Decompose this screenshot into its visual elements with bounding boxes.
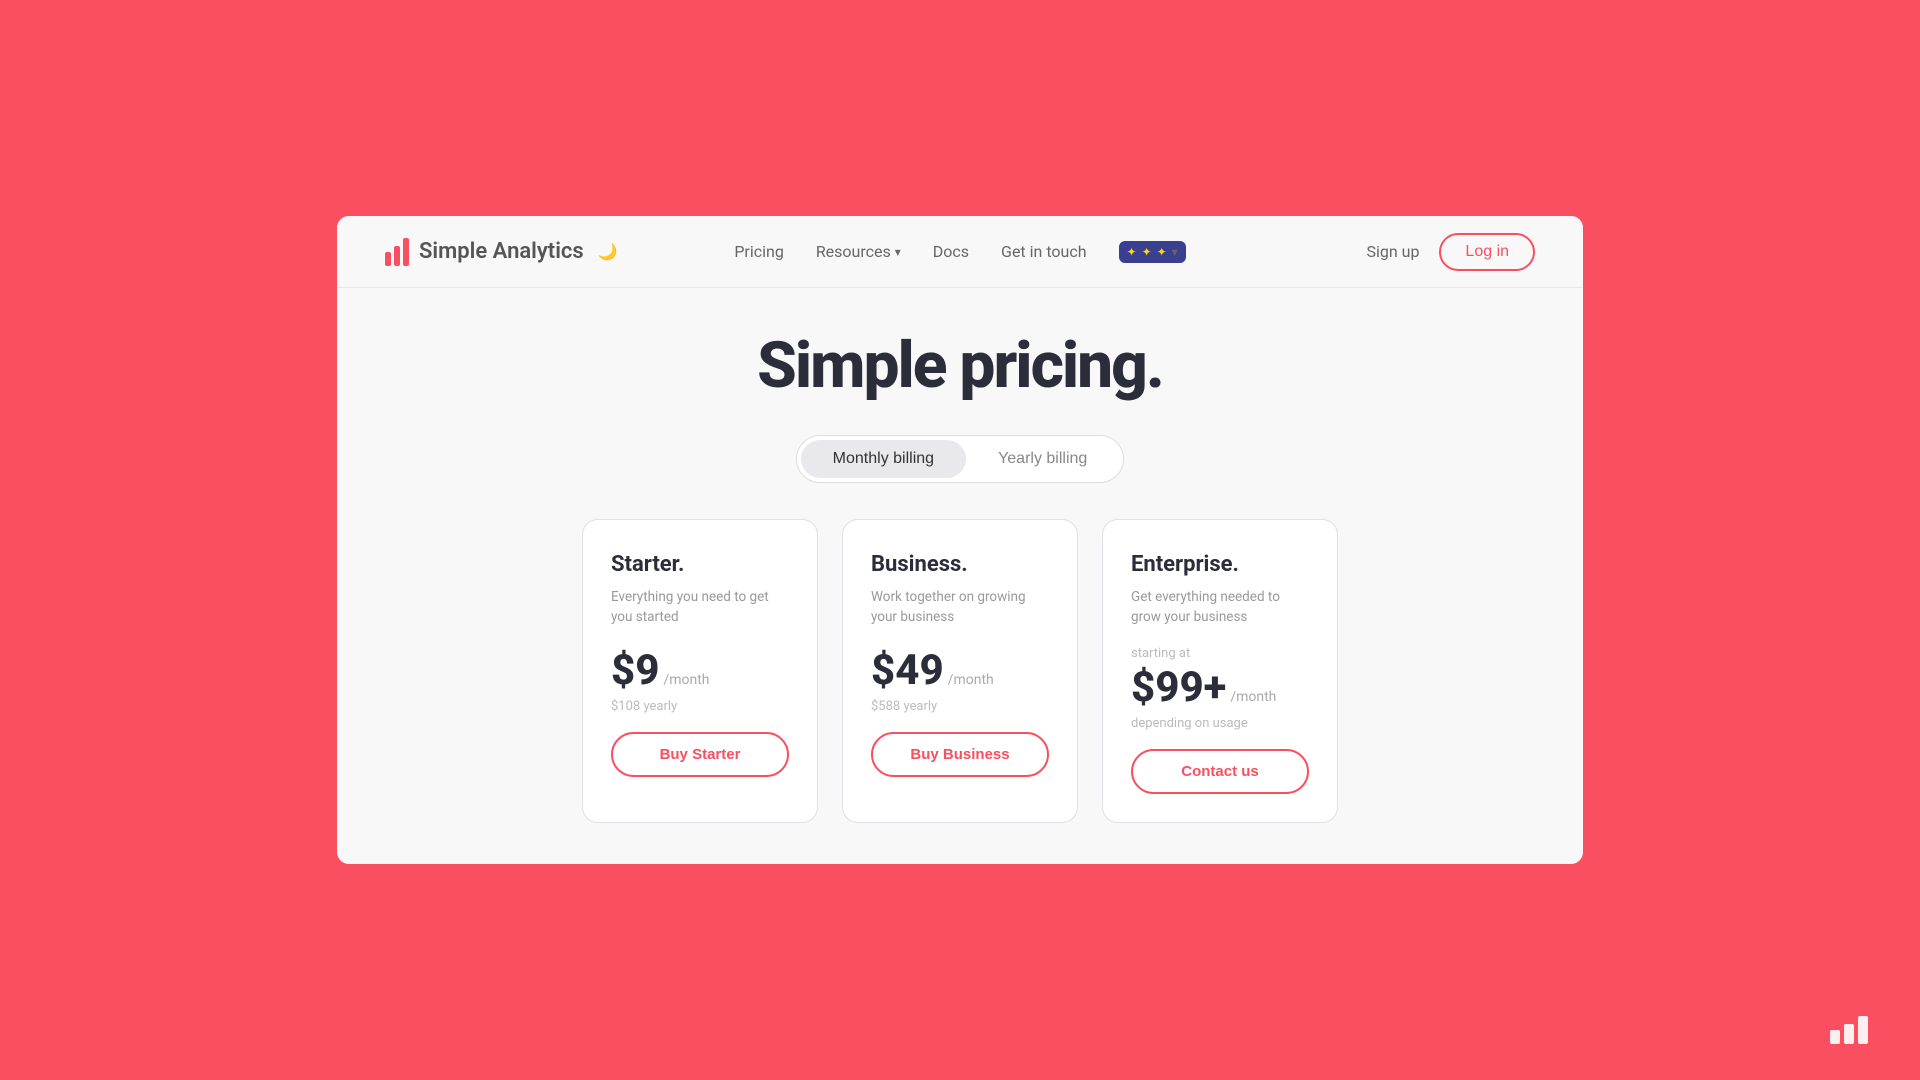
nav-pricing[interactable]: Pricing xyxy=(734,242,784,261)
sign-up-link[interactable]: Sign up xyxy=(1366,242,1419,261)
main-window: Simple Analytics 🌙 Pricing Resources ▾ D… xyxy=(337,216,1583,864)
bottom-bar-3 xyxy=(1858,1016,1868,1044)
business-price-row: $49 /month xyxy=(871,646,1049,695)
page-title: Simple pricing. xyxy=(757,328,1163,403)
logo-bar-2 xyxy=(394,246,400,266)
nav-links: Pricing Resources ▾ Docs Get in touch ✦ … xyxy=(734,241,1185,263)
business-desc: Work together on growing your business xyxy=(871,587,1049,628)
logo-bar-1 xyxy=(385,252,391,266)
enterprise-price-row: $99+ /month xyxy=(1131,663,1309,712)
enterprise-period: /month xyxy=(1230,689,1276,705)
yearly-billing-button[interactable]: Yearly billing xyxy=(966,440,1119,478)
business-yearly: $588 yearly xyxy=(871,699,1049,714)
enterprise-price: $99+ xyxy=(1131,663,1226,712)
logo-icon xyxy=(385,238,409,266)
starter-desc: Everything you need to get you started xyxy=(611,587,789,628)
navbar: Simple Analytics 🌙 Pricing Resources ▾ D… xyxy=(337,216,1583,288)
starter-price: $9 xyxy=(611,646,659,695)
starter-period: /month xyxy=(663,672,709,688)
starter-title: Starter. xyxy=(611,552,789,577)
eu-stars-icon: ✦ ✦ ✦ xyxy=(1127,245,1168,259)
buy-business-button[interactable]: Buy Business xyxy=(871,732,1049,777)
moon-icon: 🌙 xyxy=(598,242,618,261)
bottom-bar-1 xyxy=(1830,1030,1840,1044)
bottom-bar-2 xyxy=(1844,1024,1854,1044)
page-content: Simple pricing. Monthly billing Yearly b… xyxy=(337,288,1583,864)
nav-resources[interactable]: Resources ▾ xyxy=(816,242,901,261)
enterprise-depending: depending on usage xyxy=(1131,716,1309,731)
logo-area: Simple Analytics 🌙 xyxy=(385,238,734,266)
pricing-cards: Starter. Everything you need to get you … xyxy=(385,519,1535,823)
buy-starter-button[interactable]: Buy Starter xyxy=(611,732,789,777)
nav-get-in-touch[interactable]: Get in touch xyxy=(1001,242,1087,261)
eu-chevron: ▾ xyxy=(1172,245,1178,259)
enterprise-card: Enterprise. Get everything needed to gro… xyxy=(1102,519,1338,823)
business-price: $49 xyxy=(871,646,944,695)
enterprise-title: Enterprise. xyxy=(1131,552,1309,577)
monthly-billing-button[interactable]: Monthly billing xyxy=(801,440,966,478)
business-card: Business. Work together on growing your … xyxy=(842,519,1078,823)
eu-badge[interactable]: ✦ ✦ ✦ ▾ xyxy=(1119,241,1186,263)
billing-toggle: Monthly billing Yearly billing xyxy=(796,435,1125,483)
nav-actions: Sign up Log in xyxy=(1186,233,1535,271)
logo-text: Simple Analytics xyxy=(419,239,584,264)
enterprise-starting-at: starting at xyxy=(1131,646,1309,661)
resources-chevron: ▾ xyxy=(895,245,901,259)
starter-card: Starter. Everything you need to get you … xyxy=(582,519,818,823)
logo-bar-3 xyxy=(403,238,409,266)
starter-price-row: $9 /month xyxy=(611,646,789,695)
contact-us-button[interactable]: Contact us xyxy=(1131,749,1309,794)
bottom-chart-icon xyxy=(1830,1016,1868,1044)
login-button[interactable]: Log in xyxy=(1439,233,1535,271)
business-title: Business. xyxy=(871,552,1049,577)
nav-docs[interactable]: Docs xyxy=(933,242,969,261)
business-period: /month xyxy=(948,672,994,688)
starter-yearly: $108 yearly xyxy=(611,699,789,714)
enterprise-desc: Get everything needed to grow your busin… xyxy=(1131,587,1309,628)
